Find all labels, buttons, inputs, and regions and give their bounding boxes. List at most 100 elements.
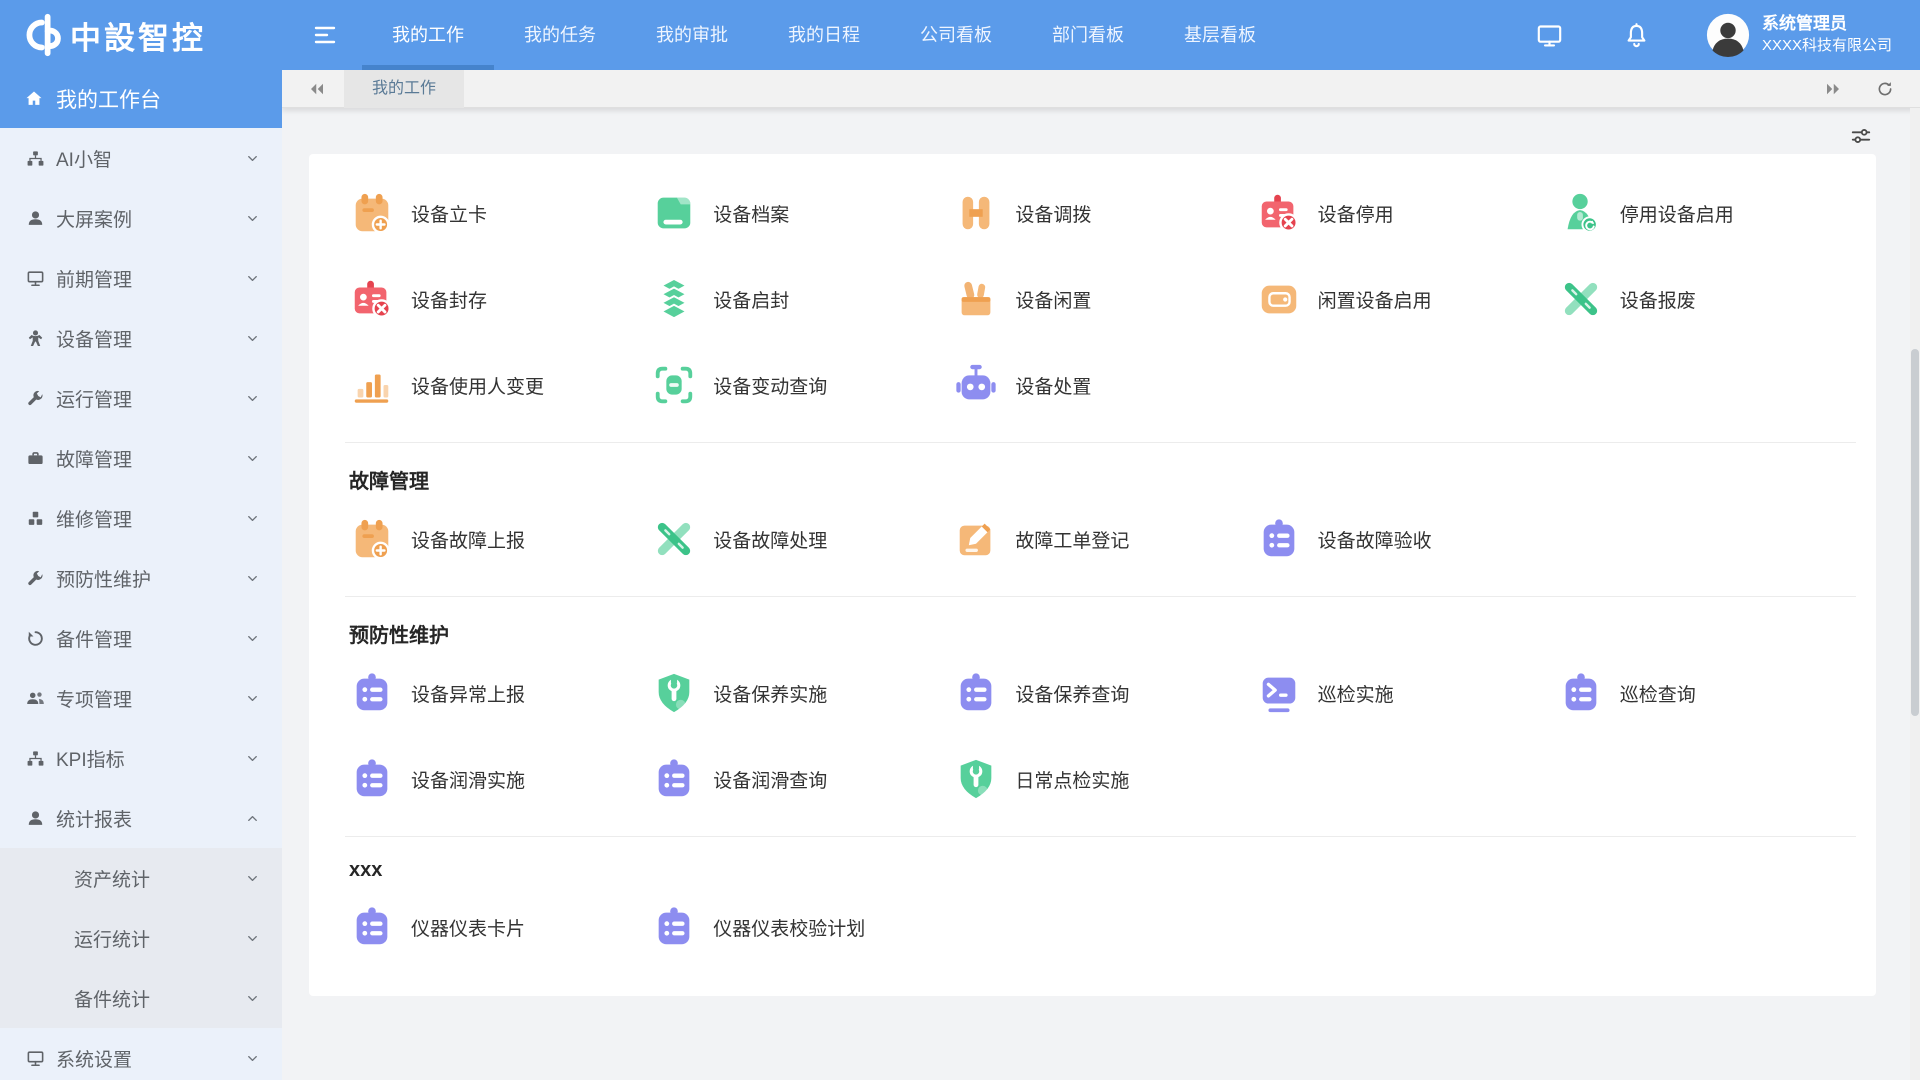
app-tile[interactable]: 设备调拨 [949,170,1251,256]
scrollbar-thumb[interactable] [1911,349,1919,716]
clipboard-plus-icon [349,190,395,236]
app-tile[interactable]: 设备润滑查询 [647,736,949,822]
app-tile[interactable]: 停用设备启用 [1554,170,1856,256]
chevron-down-icon [245,151,260,166]
app-tile[interactable]: 设备封存 [345,256,647,342]
tab-my-work[interactable]: 我的工作 [344,70,464,108]
topnav-item[interactable]: 我的任务 [494,0,626,70]
wrench-icon [26,389,45,408]
tools-x-icon [651,516,697,562]
app-tile-label: 设备故障上报 [411,526,525,553]
menu-toggle-icon[interactable] [310,23,340,47]
app-tile[interactable]: 设备处置 [949,342,1251,428]
sidebar-item[interactable]: 大屏案例 [0,188,282,248]
app-tile[interactable]: 设备启封 [647,256,949,342]
sidebar-item[interactable]: KPI指标 [0,728,282,788]
sidebar-item[interactable]: 预防性维护 [0,548,282,608]
monitor-icon[interactable] [1536,22,1563,49]
app-tile[interactable]: 巡检实施 [1252,650,1554,736]
app-tile-label: 设备启封 [713,286,789,313]
topnav-item[interactable]: 我的审批 [626,0,758,70]
app-tile[interactable]: 仪器仪表卡片 [345,884,647,970]
app-tile[interactable]: 设备异常上报 [345,650,647,736]
chevron-down-icon [245,631,260,646]
app-tile-label: 设备润滑实施 [411,766,525,793]
app-tile-label: 设备停用 [1318,200,1394,227]
app-tile[interactable]: 设备变动查询 [647,342,949,428]
bell-icon[interactable] [1623,22,1650,49]
sidebar-item-workbench[interactable]: 我的工作台 [0,70,282,128]
app-tile[interactable]: 仪器仪表校验计划 [647,884,949,970]
sidebar-item[interactable]: 维修管理 [0,488,282,548]
tabs-scroll-right-icon[interactable] [1824,80,1842,98]
app-tile[interactable]: 设备档案 [647,170,949,256]
sidebar-subitem[interactable]: 运行统计 [0,908,282,968]
app-tile[interactable]: 设备保养查询 [949,650,1251,736]
avatar[interactable] [1706,13,1750,57]
app-tile[interactable]: 设备停用 [1252,170,1554,256]
child-icon [26,329,45,348]
users-icon [26,689,45,708]
app-tile-label: 设备异常上报 [411,680,525,707]
refresh-icon[interactable] [1876,80,1894,98]
sidebar-item[interactable]: 备件管理 [0,608,282,668]
app-tile[interactable]: 设备保养实施 [647,650,949,736]
chevron-down-icon [245,991,260,1006]
sidebar-item[interactable]: 运行管理 [0,368,282,428]
app-tile[interactable]: 日常点检实施 [949,736,1251,822]
app-tile-label: 设备保养查询 [1015,680,1129,707]
app-tile[interactable]: 设备故障处理 [647,496,949,582]
sidebar-menu: AI小智大屏案例前期管理设备管理运行管理故障管理维修管理预防性维护备件管理专项管… [0,128,282,1080]
app-tile[interactable]: 闲置设备启用 [1252,256,1554,342]
app-tile-label: 仪器仪表校验计划 [713,914,865,941]
sidebar-subitem[interactable]: 备件统计 [0,968,282,1028]
app-grid: 设备异常上报 设备保养实施 设备保养查询 巡检实施巡检查询设备润滑实施 设备润滑查询日常… [345,650,1856,822]
sidebar-item[interactable]: 前期管理 [0,248,282,308]
app-section: 预防性维护设备异常上报设备保养实施设备保养查询巡检实施巡检查询设备润滑实施设备润… [345,596,1856,822]
app-grid: 设备立卡 设备档案 设备调拨 设备停用 停用设备启用设备封存 设备启封 设备闲置闲置设备启用… [345,170,1856,428]
desktop-icon [26,269,45,288]
sidebar-item[interactable]: 统计报表 [0,788,282,848]
topnav-item[interactable]: 公司看板 [890,0,1022,70]
app-tile[interactable]: 故障工单登记 [949,496,1251,582]
history-icon [26,629,45,648]
sidebar-item-label: 大屏案例 [56,205,132,232]
clipboard-list-icon [651,756,697,802]
app-tile[interactable]: 设备闲置 [949,256,1251,342]
app-tile-label: 设备档案 [713,200,789,227]
topnav-item[interactable]: 基层看板 [1154,0,1286,70]
clipboard-list-icon [651,904,697,950]
topnav-item[interactable]: 我的日程 [758,0,890,70]
tabs-scroll-left-icon[interactable] [308,80,326,98]
topnav-item[interactable]: 部门看板 [1022,0,1154,70]
app-tile[interactable]: 巡检查询 [1554,650,1856,736]
sidebar-item[interactable]: 故障管理 [0,428,282,488]
shield-wrench-icon [651,670,697,716]
desktop-icon [26,1049,45,1068]
sidebar-item[interactable]: 系统设置 [0,1028,282,1080]
topnav-item[interactable]: 我的工作 [362,0,494,70]
brand-logo-icon [16,12,62,58]
app-tile-label: 设备故障处理 [713,526,827,553]
sidebar-subitem[interactable]: 资产统计 [0,848,282,908]
scan-icon [651,362,697,408]
sidebar-item[interactable]: 专项管理 [0,668,282,728]
app-tile[interactable]: 设备报废 [1554,256,1856,342]
chevron-down-icon [245,871,260,886]
sidebar-item-label: 我的工作台 [56,84,161,114]
app-tile[interactable]: 设备故障验收 [1252,496,1554,582]
sidebar-item[interactable]: AI小智 [0,128,282,188]
app-tile[interactable]: 设备使用人变更 [345,342,647,428]
user-icon [26,209,45,228]
wrench-icon [26,569,45,588]
sidebar-item[interactable]: 设备管理 [0,308,282,368]
sidebar-subitem-label: 运行统计 [74,925,150,952]
header-right: 系统管理员 XXXX科技有限公司 [1506,13,1920,57]
user-info[interactable]: 系统管理员 XXXX科技有限公司 [1762,13,1892,56]
app-tile[interactable]: 设备故障上报 [345,496,647,582]
chevron-down-icon [245,511,260,526]
app-tile[interactable]: 设备润滑实施 [345,736,647,822]
chevron-down-icon [245,751,260,766]
app-tile[interactable]: 设备立卡 [345,170,647,256]
filter-icon[interactable] [1850,125,1872,147]
